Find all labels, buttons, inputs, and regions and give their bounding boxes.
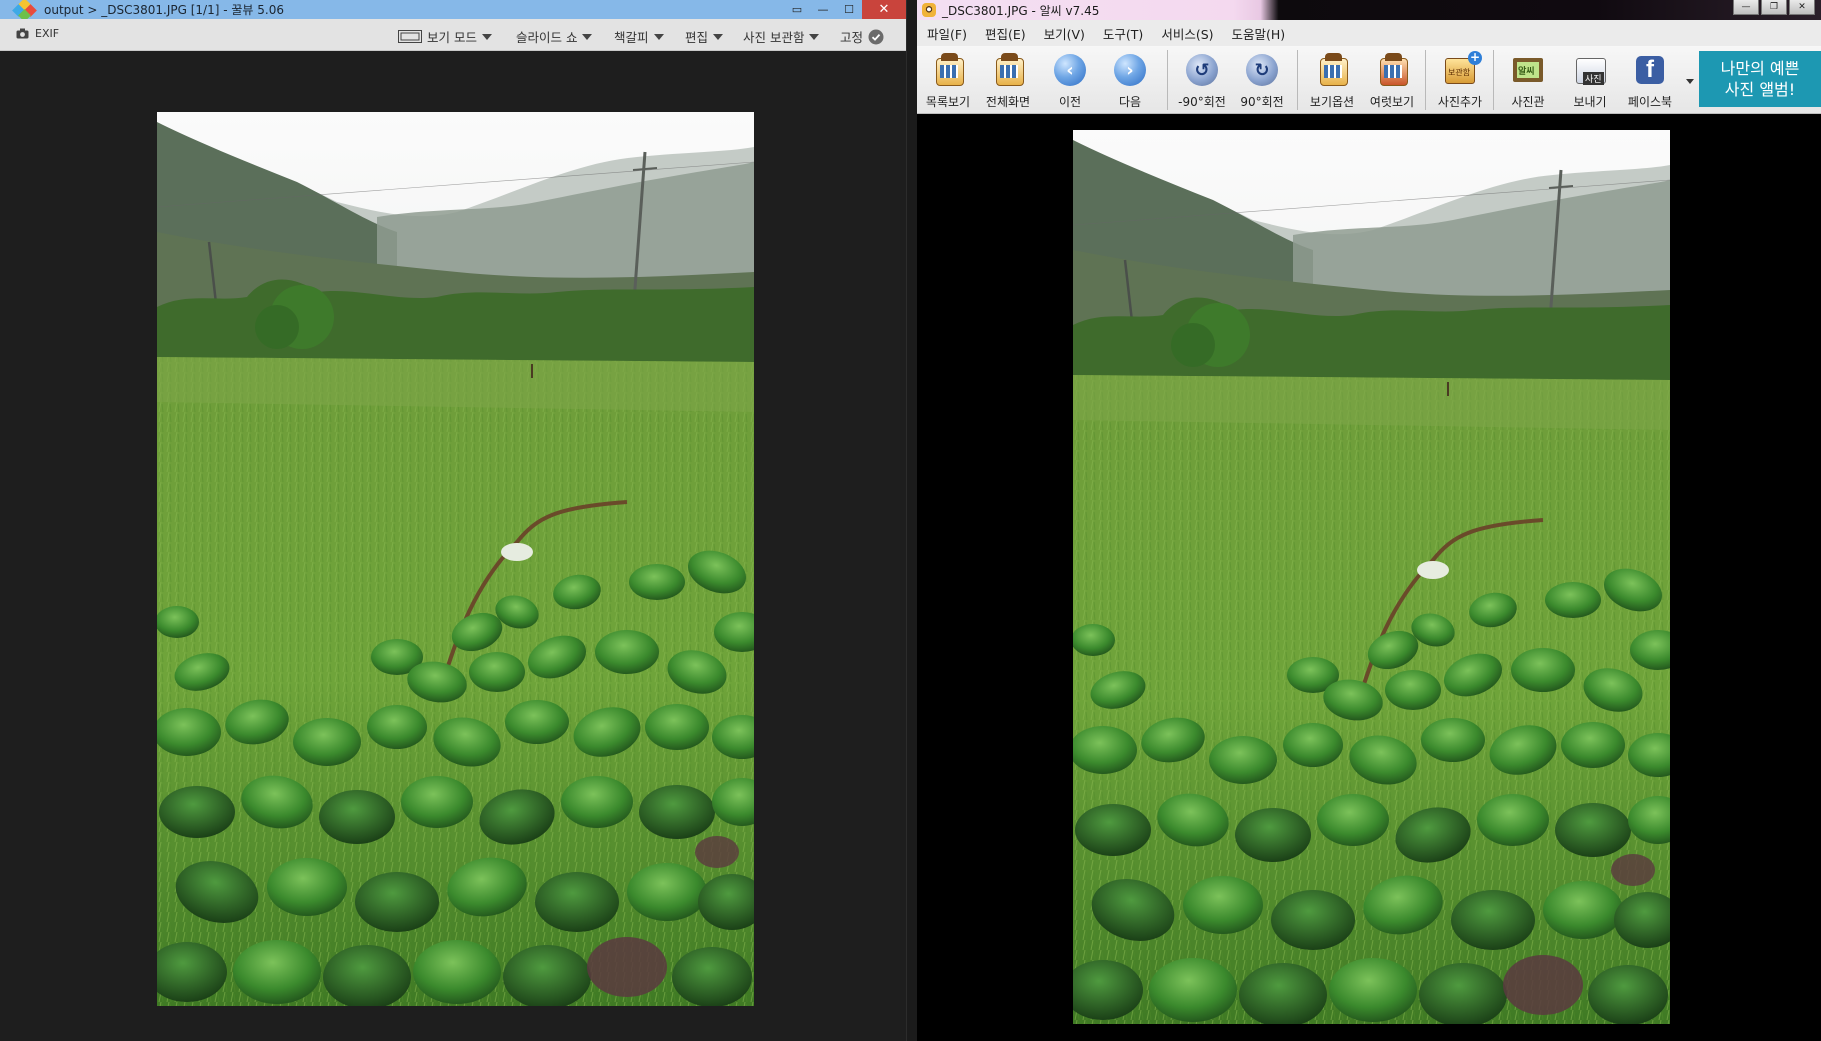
title-bar[interactable]: output > _DSC3801.JPG [1/1] - 꿀뷰 5.06 ▭ … (0, 0, 906, 22)
slideshow-menu[interactable]: 슬라이드 쇼 (516, 27, 593, 46)
bookmark-menu[interactable]: 책갈피 (614, 27, 664, 46)
alsee-window: _DSC3801.JPG - 알씨 v7.45 — ❐ ✕ 파일(F) 편집(E… (917, 0, 1821, 1041)
rotate-left-label: -90°회전 (1178, 95, 1226, 109)
view-mode-menu[interactable]: 보기 모드 (398, 27, 492, 46)
list-view-icon (930, 52, 966, 88)
album-ad-banner[interactable]: 나만의 예쁜 사진 앨범! (1699, 51, 1821, 107)
rotate-right-icon: ↻ (1246, 54, 1278, 86)
view-options-icon (1314, 52, 1350, 88)
view-options-button[interactable]: 보기옵션 (1303, 52, 1361, 110)
send-button[interactable]: 사진 보내기 (1561, 52, 1619, 110)
alsee-logo-icon (922, 3, 936, 17)
add-photo-badge: 보관함 (1448, 68, 1471, 77)
list-view-label: 목록보기 (925, 95, 971, 109)
fullscreen-button[interactable]: 전체화면 (979, 52, 1037, 110)
rotate-left-icon: ↺ (1186, 54, 1218, 86)
main-toolbar: 목록보기 전체화면 ‹ 이전 › 다음 ↺ -90°회전 ↻ 90°회전 보기옵… (917, 46, 1821, 114)
honeyview-logo-icon (12, 0, 37, 22)
exif-label: EXIF (35, 27, 60, 40)
view-options-label: 보기옵션 (1309, 95, 1355, 109)
menu-service[interactable]: 서비스(S) (1152, 24, 1222, 43)
minimize-button[interactable]: — (810, 0, 836, 19)
window-title: _DSC3801.JPG - 알씨 v7.45 (942, 3, 1100, 18)
edit-menu[interactable]: 편집 (685, 27, 724, 46)
next-label: 다음 (1118, 95, 1142, 109)
send-badge: 사진 (1583, 72, 1604, 85)
menu-bar: 파일(F) 편집(E) 보기(V) 도구(T) 서비스(S) 도움말(H) (917, 20, 1821, 47)
chevron-left-icon: ‹ (1054, 54, 1086, 86)
view-mode-label: 보기 모드 (427, 30, 477, 45)
facebook-label: 페이스북 (1627, 95, 1673, 109)
multi-view-label: 여럿보기 (1369, 95, 1415, 109)
minimize-button[interactable]: — (1733, 0, 1759, 15)
photo-canvas[interactable] (1073, 130, 1670, 1024)
close-button[interactable]: ✕ (1789, 0, 1815, 15)
check-circle-icon (868, 29, 884, 44)
fullscreen-icon (990, 52, 1026, 88)
view-mode-icon (398, 30, 422, 43)
prev-label: 이전 (1058, 95, 1082, 109)
add-photo-label: 사진추가 (1437, 95, 1483, 109)
landscape-photo (157, 112, 754, 1006)
pin-toggle[interactable]: 고정 (840, 27, 884, 46)
window-title: output > _DSC3801.JPG [1/1] - 꿀뷰 5.06 (44, 3, 284, 17)
chevron-right-icon: › (1114, 54, 1146, 86)
maximize-button[interactable]: ☐ (836, 0, 862, 19)
edit-label: 편집 (685, 30, 709, 45)
photo-storage-menu[interactable]: 사진 보관함 (743, 27, 820, 46)
title-bar[interactable]: _DSC3801.JPG - 알씨 v7.45 — ❐ ✕ (917, 0, 1821, 20)
photo-board-badge: 알씨 (1518, 67, 1535, 77)
facebook-icon: f (1636, 56, 1664, 84)
toolbar-divider (1425, 50, 1426, 110)
photo-storage-label: 사진 보관함 (743, 30, 805, 45)
photo-board-button[interactable]: 알씨 사진관 (1499, 52, 1557, 110)
chevron-down-icon[interactable] (1686, 79, 1694, 84)
restore-button[interactable]: ❐ (1761, 0, 1787, 15)
photo-canvas[interactable] (157, 112, 754, 1006)
camera-icon (16, 28, 29, 39)
chevron-down-icon (582, 34, 593, 40)
pin-label: 고정 (840, 30, 864, 45)
toolbar-divider (1297, 50, 1298, 110)
slideshow-label: 슬라이드 쇼 (516, 30, 578, 45)
next-button[interactable]: › 다음 (1101, 52, 1159, 110)
banner-line-2: 사진 앨범! (1724, 80, 1796, 99)
viewer-toolbar: EXIF 보기 모드 슬라이드 쇼 책갈피 편집 사진 보관함 고정 (0, 19, 906, 51)
chevron-down-icon (653, 34, 664, 40)
landscape-photo (1073, 130, 1670, 1024)
menu-view[interactable]: 보기(V) (1035, 24, 1094, 43)
rotate-right-button[interactable]: ↻ 90°회전 (1233, 52, 1291, 110)
toolbar-divider (1167, 50, 1168, 110)
facebook-button[interactable]: f 페이스북 (1621, 52, 1679, 110)
close-button[interactable]: ✕ (862, 0, 906, 19)
rotate-left-button[interactable]: ↺ -90°회전 (1173, 52, 1231, 110)
chevron-down-icon (481, 34, 492, 40)
restore-button[interactable]: ▭ (784, 0, 810, 19)
chevron-down-icon (713, 34, 724, 40)
menu-file[interactable]: 파일(F) (917, 24, 976, 43)
menu-edit[interactable]: 편집(E) (976, 24, 1035, 43)
list-view-button[interactable]: 목록보기 (919, 52, 977, 110)
photo-board-label: 사진관 (1511, 95, 1545, 109)
exif-button[interactable]: EXIF (16, 27, 59, 40)
banner-line-1: 나만의 예쁜 (1720, 59, 1800, 78)
send-icon: 사진 (1572, 52, 1608, 88)
fullscreen-label: 전체화면 (985, 95, 1031, 109)
rotate-right-label: 90°회전 (1240, 95, 1284, 109)
add-photo-icon: 보관함 (1442, 51, 1482, 88)
menu-help[interactable]: 도움말(H) (1223, 24, 1295, 43)
honeyview-window: output > _DSC3801.JPG [1/1] - 꿀뷰 5.06 ▭ … (0, 0, 907, 1041)
multi-view-icon (1374, 52, 1410, 88)
menu-tools[interactable]: 도구(T) (1094, 24, 1152, 43)
add-photo-button[interactable]: 보관함 사진추가 (1431, 51, 1489, 110)
prev-button[interactable]: ‹ 이전 (1041, 52, 1099, 110)
picture-frame-icon: 알씨 (1510, 52, 1546, 88)
bookmark-label: 책갈피 (614, 30, 649, 45)
send-label: 보내기 (1573, 95, 1607, 109)
toolbar-divider (1493, 50, 1494, 110)
multi-view-button[interactable]: 여럿보기 (1363, 52, 1421, 110)
chevron-down-icon (809, 34, 820, 40)
